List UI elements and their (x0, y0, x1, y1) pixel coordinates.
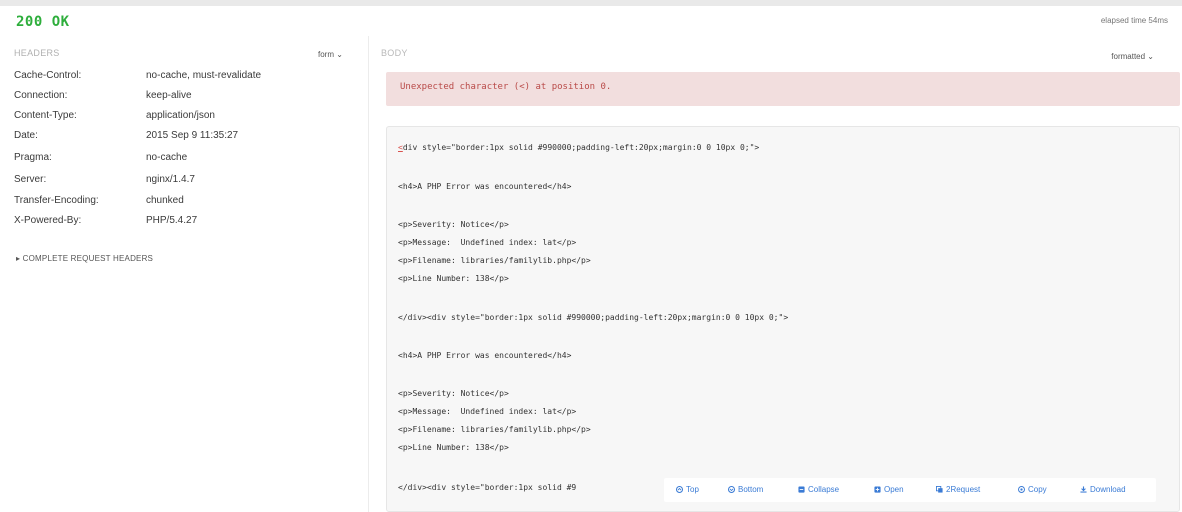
header-key: Cache-Control: (14, 70, 82, 81)
header-value: keep-alive (146, 90, 192, 101)
code-line: <p>Line Number: 138</p> (398, 443, 509, 452)
header-key: Transfer-Encoding: (14, 195, 99, 206)
elapsed-time: elapsed time 54ms (1100, 16, 1168, 25)
circle-up-icon (676, 486, 683, 493)
open-icon (874, 486, 881, 493)
copy-to-request-icon (936, 486, 943, 493)
circle-down-icon (728, 486, 735, 493)
body-format-select[interactable]: formatted ⌄ (1111, 52, 1154, 61)
code-line: <p>Line Number: 138</p> (398, 274, 509, 283)
code-line: <p>Severity: Notice</p> (398, 389, 509, 398)
header-key: Pragma: (14, 152, 52, 163)
status-code: 200 OK (16, 14, 70, 30)
header-key: X-Powered-By: (14, 215, 82, 226)
bottom-button[interactable]: Bottom (728, 485, 763, 494)
copy-icon (1018, 486, 1025, 493)
parse-error-alert: Unexpected character (<) at position 0. (386, 72, 1180, 106)
code-line: <p>Filename: libraries/familylib.php</p> (398, 425, 591, 434)
header-value: chunked (146, 195, 184, 206)
code-line: <div style="border:1px solid #990000;pad… (398, 143, 760, 152)
headers-title: HEADERS (14, 48, 60, 58)
headers-format-select[interactable]: form ⌄ (318, 50, 343, 59)
header-value: application/json (146, 110, 215, 121)
complete-request-headers-toggle[interactable]: ▸ COMPLETE REQUEST HEADERS (16, 254, 153, 263)
headers-panel: HEADERS form ⌄ Cache-Control: no-cache, … (0, 40, 368, 512)
top-button[interactable]: Top (676, 485, 699, 494)
header-value: PHP/5.4.27 (146, 215, 198, 226)
header-value: nginx/1.4.7 (146, 174, 195, 185)
code-line: <p>Filename: libraries/familylib.php</p> (398, 256, 591, 265)
header-key: Server: (14, 174, 47, 185)
code-line: <p>Severity: Notice</p> (398, 220, 509, 229)
download-icon (1080, 486, 1087, 493)
header-key: Content-Type: (14, 110, 77, 121)
response-body[interactable]: <div style="border:1px solid #990000;pad… (386, 126, 1180, 512)
open-button[interactable]: Open (874, 485, 904, 494)
header-value: no-cache (146, 152, 188, 163)
collapse-icon (798, 486, 805, 493)
header-value: 2015 Sep 9 11:35:27 (146, 130, 239, 141)
header-key: Connection: (14, 90, 68, 101)
parse-error-message: Unexpected character (<) at position 0. (400, 82, 612, 92)
code-line: <h4>A PHP Error was encountered</h4> (398, 182, 572, 191)
download-button[interactable]: Download (1080, 485, 1126, 494)
body-toolbar: Top Bottom Collapse Open 2Request Copy D… (664, 478, 1156, 502)
code-line: </div><div style="border:1px solid #9 (398, 483, 577, 492)
copy-button[interactable]: Copy (1018, 485, 1047, 494)
code-line: <h4>A PHP Error was encountered</h4> (398, 351, 572, 360)
body-title: BODY (381, 48, 408, 58)
to-request-button[interactable]: 2Request (936, 485, 980, 494)
panel-divider (368, 36, 369, 512)
code-line: <p>Message: Undefined index: lat</p> (398, 238, 577, 247)
collapse-button[interactable]: Collapse (798, 485, 839, 494)
header-value: no-cache, must-revalidate (146, 70, 262, 81)
header-key: Date: (14, 130, 38, 141)
code-line: </div><div style="border:1px solid #9900… (398, 313, 789, 322)
code-line: <p>Message: Undefined index: lat</p> (398, 407, 577, 416)
top-bar (0, 0, 1182, 6)
